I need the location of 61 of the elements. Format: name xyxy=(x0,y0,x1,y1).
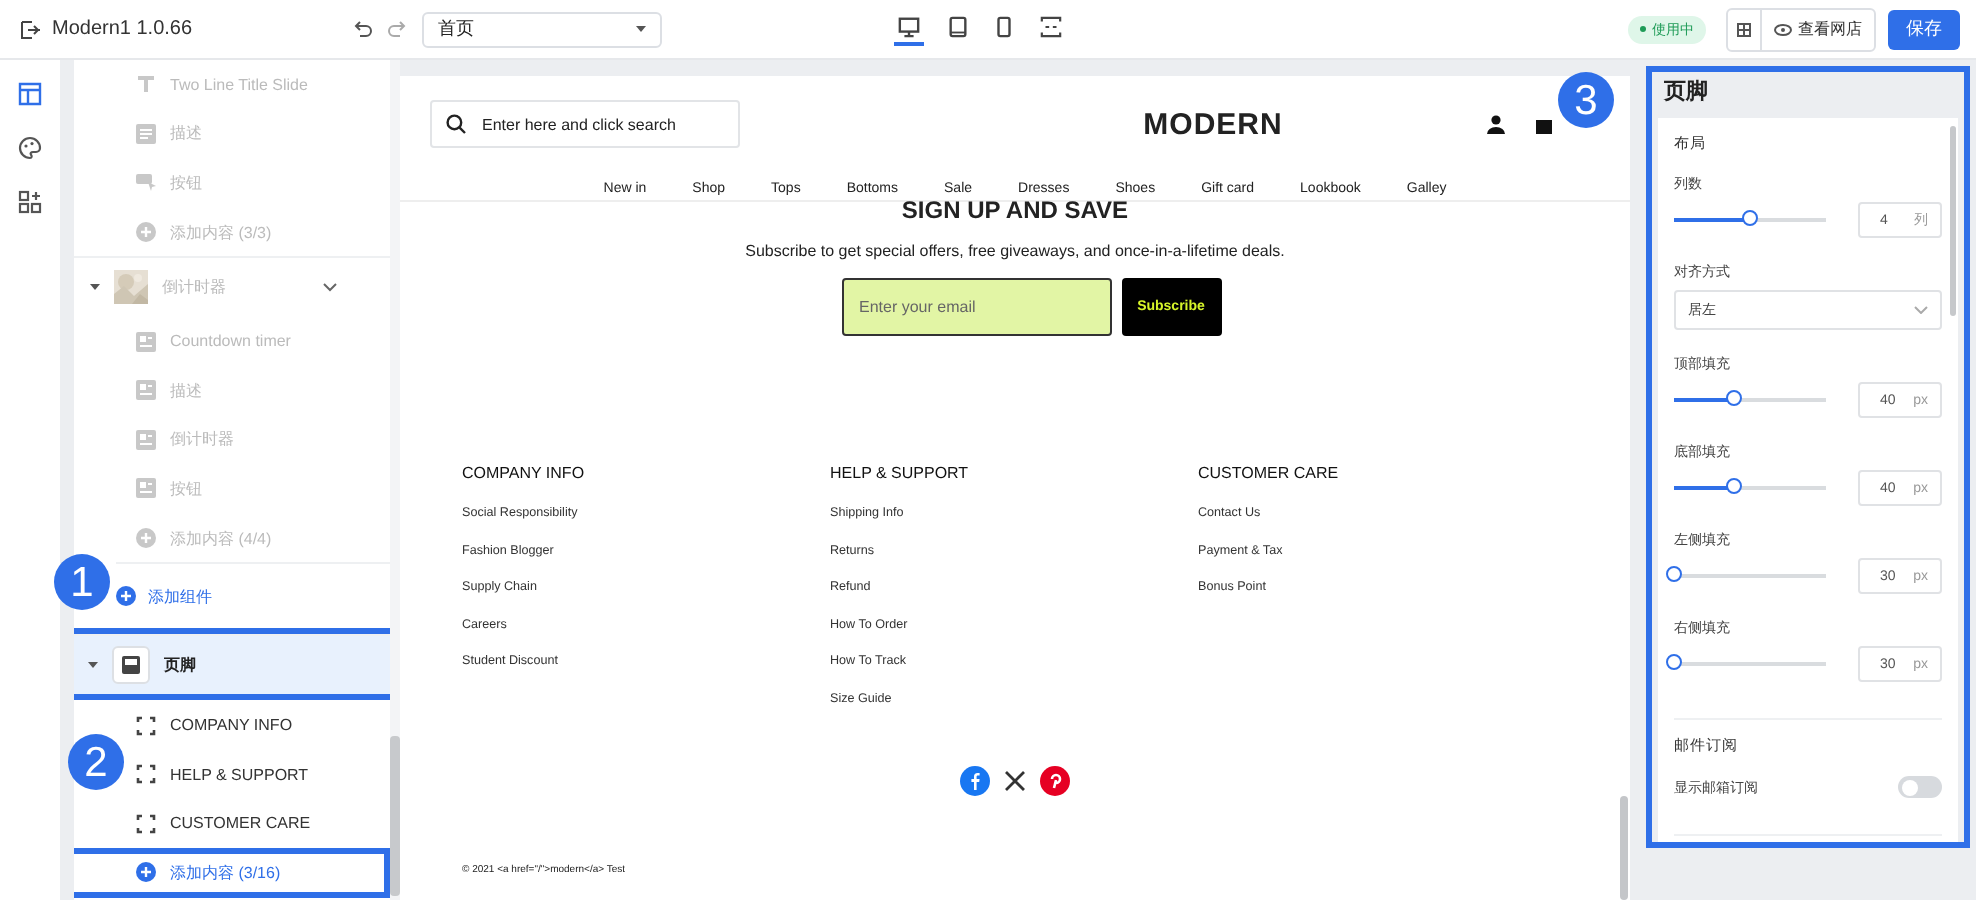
frame-icon xyxy=(136,764,156,785)
add-content-button[interactable]: 添加内容 (3/16) xyxy=(74,848,390,898)
footer-icon xyxy=(112,646,150,685)
add-icon xyxy=(136,528,156,549)
column-heading: CUSTOMER CARE xyxy=(1198,464,1341,482)
column-heading: HELP & SUPPORT xyxy=(830,464,971,482)
card-icon xyxy=(136,429,156,450)
fullscreen-icon xyxy=(1040,16,1062,38)
pinterest-icon[interactable] xyxy=(1040,766,1070,796)
card-icon xyxy=(136,380,156,401)
caret-icon[interactable] xyxy=(636,25,646,33)
undo-icon[interactable] xyxy=(354,20,372,38)
caret-icon[interactable] xyxy=(88,661,98,670)
panel-title: 页脚 xyxy=(1662,77,1710,108)
email-field[interactable]: Enter your email xyxy=(841,278,1111,336)
exit-icon[interactable] xyxy=(20,19,40,39)
facebook-icon[interactable] xyxy=(960,766,990,796)
column-heading: COMPANY INFO xyxy=(462,464,587,482)
step-badge: 2 xyxy=(68,734,124,790)
layout-icon[interactable] xyxy=(18,82,42,106)
mobile-icon xyxy=(996,16,1012,38)
section-label: 页脚 xyxy=(164,654,198,677)
desktop-icon xyxy=(898,16,920,38)
search-icon xyxy=(446,114,466,134)
frame-icon xyxy=(136,813,156,834)
tablet-icon xyxy=(948,16,968,38)
section-row[interactable]: 页脚 xyxy=(74,634,390,695)
x-icon[interactable] xyxy=(1000,766,1030,796)
block-row[interactable]: HELP & SUPPORT xyxy=(136,749,390,800)
block-row[interactable]: COMPANY INFO xyxy=(136,700,390,750)
save-button[interactable]: 保存 xyxy=(1888,9,1960,49)
scrollbar[interactable] xyxy=(1620,796,1628,900)
section-label: 倒计时器 xyxy=(162,276,228,299)
toggle-switch[interactable] xyxy=(1898,776,1942,798)
app-title: Modern1 1.0.66 xyxy=(52,18,193,40)
user-icon[interactable] xyxy=(1486,114,1506,134)
button-icon xyxy=(136,172,156,193)
block-row[interactable]: CUSTOMER CARE xyxy=(136,799,390,849)
eye-icon xyxy=(1774,23,1792,35)
bag-icon[interactable] xyxy=(1534,114,1554,134)
search-field[interactable]: Enter here and click search xyxy=(430,100,740,148)
add-icon xyxy=(136,222,156,243)
signup-text: Subscribe to get special offers, free giveaways, and once-in-a-lifetime deals. xyxy=(743,242,1287,260)
frame-icon xyxy=(136,715,156,736)
card-icon xyxy=(136,478,156,499)
paragraph-icon xyxy=(136,123,156,144)
card-icon xyxy=(136,331,156,352)
store-logo[interactable]: MODERN xyxy=(740,107,1486,141)
palette-icon[interactable] xyxy=(18,136,42,160)
signup-title: SIGN UP AND SAVE xyxy=(899,198,1131,224)
scrollbar[interactable] xyxy=(1950,126,1956,316)
add-icon xyxy=(116,586,136,607)
page-select[interactable]: 首页 xyxy=(422,11,662,47)
text-icon xyxy=(136,74,156,95)
chevron-icon[interactable] xyxy=(322,282,338,293)
step-badge: 1 xyxy=(54,554,110,610)
caret-icon[interactable] xyxy=(90,283,100,292)
apps-icon[interactable] xyxy=(18,190,42,214)
device-tab[interactable] xyxy=(894,12,924,46)
add-icon xyxy=(136,862,156,883)
scrollbar[interactable] xyxy=(390,736,400,896)
